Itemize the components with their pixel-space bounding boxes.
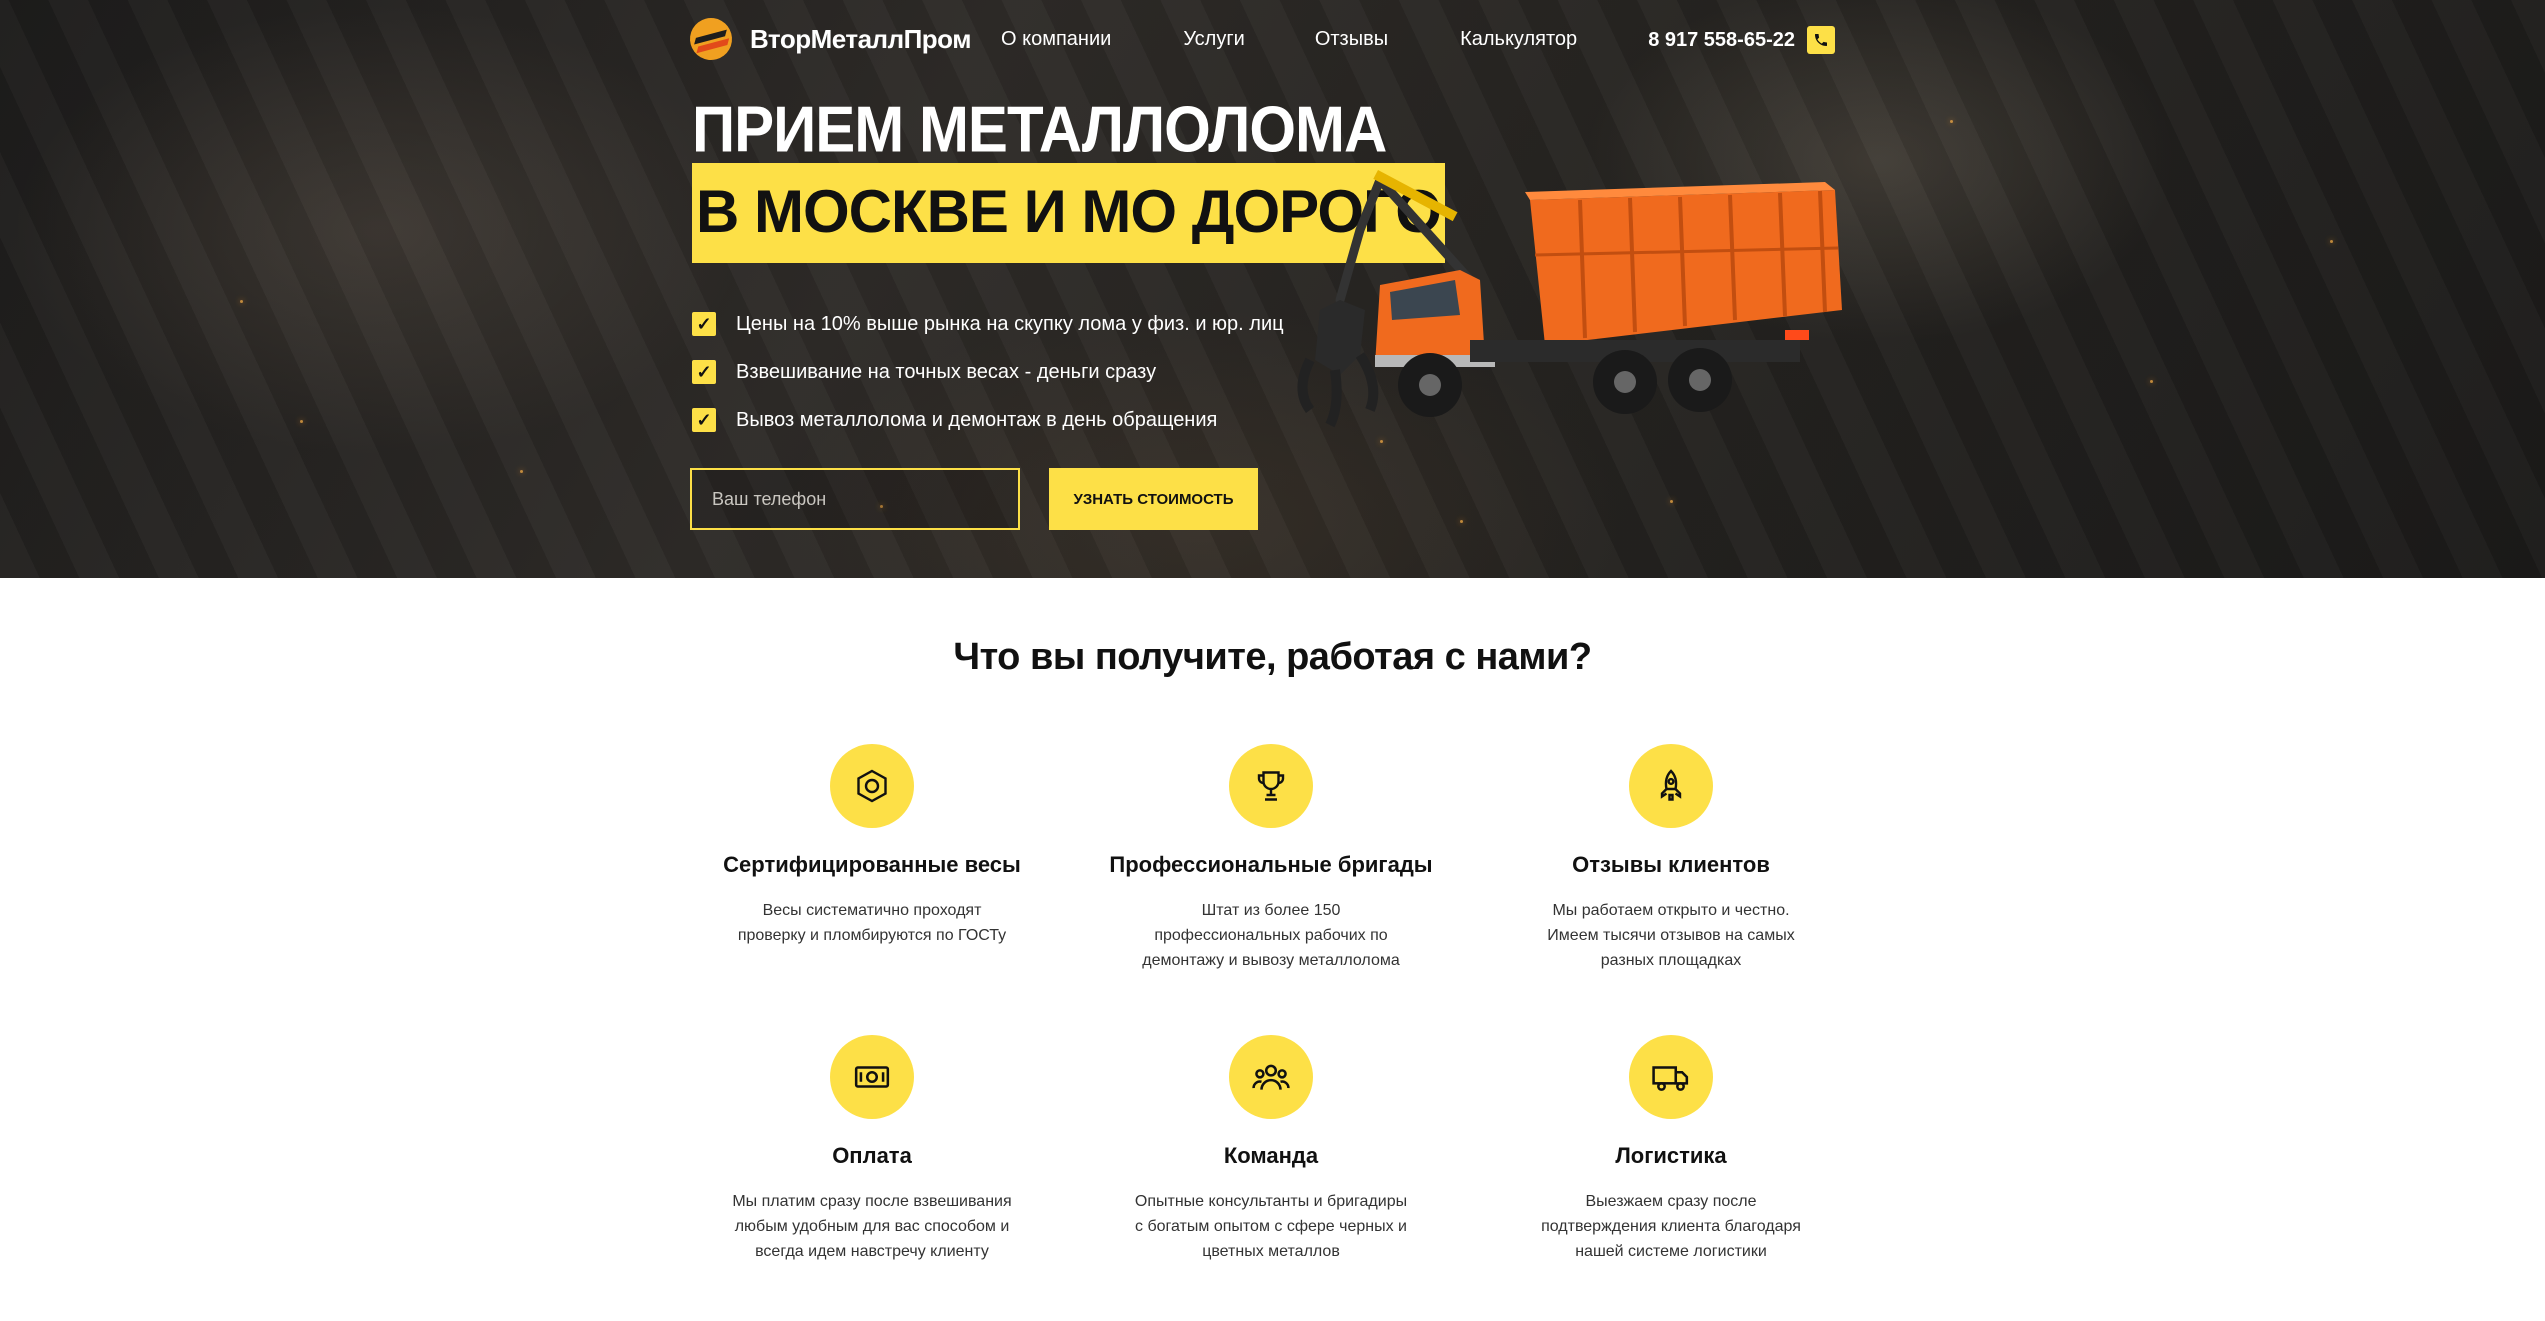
hero-background-texture	[0, 0, 2545, 578]
benefit-title: Оплата	[832, 1143, 912, 1168]
benefit-card: Сертифицированные весы Весы систематично…	[672, 744, 1072, 948]
benefit-card: Отзывы клиентов Мы работаем открыто и че…	[1471, 744, 1871, 973]
get-price-button[interactable]: УЗНАТЬ СТОИМОСТЬ	[1049, 468, 1258, 530]
team-icon	[1229, 1035, 1313, 1119]
spark-decoration	[1950, 120, 1953, 123]
benefit-description: Мы работаем открыто и честно. Имеем тыся…	[1547, 902, 1795, 969]
nav-link-about[interactable]: О компании	[1001, 28, 1111, 51]
phone-input[interactable]	[690, 468, 1020, 530]
spark-decoration	[1460, 520, 1463, 523]
nav-phone-number[interactable]: 8 917 558-65-22	[1648, 29, 1795, 52]
feature-item: ✓ Вывоз металлолома и демонтаж в день об…	[692, 396, 1284, 444]
trophy-icon	[1229, 744, 1313, 828]
logo[interactable]: ВторМеталлПром	[685, 13, 971, 65]
benefit-description: Весы систематично проходят проверку и пл…	[737, 902, 1007, 944]
spark-decoration	[520, 470, 523, 473]
benefit-card: Оплата Мы платим сразу после взвешивания…	[672, 1035, 1072, 1264]
truck-icon	[1629, 1035, 1713, 1119]
hero-title-line-1: ПРИЕМ МЕТАЛЛОЛОМА	[692, 93, 1387, 166]
feature-text: Взвешивание на точных весах - деньги сра…	[736, 360, 1157, 383]
certified-scales-icon	[830, 744, 914, 828]
benefit-card: Логистика Выезжаем сразу после подтвержд…	[1471, 1035, 1871, 1264]
spark-decoration	[1670, 500, 1673, 503]
benefit-title: Команда	[1223, 1143, 1319, 1168]
scrap-truck-image	[1297, 170, 1842, 428]
feature-item: ✓ Взвешивание на точных весах - деньги с…	[692, 348, 1284, 396]
checkmark-icon: ✓	[692, 360, 716, 384]
spark-decoration	[240, 300, 243, 303]
checkmark-icon: ✓	[692, 312, 716, 336]
rocket-icon	[1629, 744, 1713, 828]
spark-decoration	[2150, 380, 2153, 383]
benefit-title: Отзывы клиентов	[1572, 852, 1770, 877]
benefits-section-title: Что вы получите, работая с нами?	[953, 636, 1592, 678]
spark-decoration	[2330, 240, 2333, 243]
feature-text: Вывоз металлолома и демонтаж в день обра…	[736, 408, 1218, 431]
benefit-card: Профессиональные бригады Штат из более 1…	[1071, 744, 1471, 973]
benefit-description: Мы платим сразу после взвешивания любым …	[732, 1193, 1012, 1260]
spark-decoration	[300, 420, 303, 423]
benefit-title: Логистика	[1615, 1143, 1727, 1168]
nav-links: О компании Услуги Отзывы Калькулятор	[1001, 28, 1577, 51]
benefit-description: Выезжаем сразу после подтверждения клиен…	[1541, 1193, 1801, 1260]
logo-text: ВторМеталлПром	[750, 23, 971, 54]
hero-section: ВторМеталлПром О компании Услуги Отзывы …	[0, 0, 2545, 578]
benefit-title: Профессиональные бригады	[1109, 852, 1433, 877]
benefit-card: Команда Опытные консультанты и бригадиры…	[1071, 1035, 1471, 1264]
benefit-description: Опытные консультанты и бригадиры с богат…	[1134, 1193, 1408, 1260]
nav-link-calculator[interactable]: Калькулятор	[1460, 28, 1577, 51]
checkmark-icon: ✓	[692, 408, 716, 432]
logo-mark-icon	[685, 13, 737, 65]
nav-link-reviews[interactable]: Отзывы	[1315, 28, 1388, 51]
feature-item: ✓ Цены на 10% выше рынка на скупку лома …	[692, 300, 1284, 348]
phone-call-icon[interactable]	[1807, 26, 1835, 54]
hero-features-list: ✓ Цены на 10% выше рынка на скупку лома …	[692, 300, 1284, 444]
benefit-title: Сертифицированные весы	[723, 852, 1021, 877]
nav-link-services[interactable]: Услуги	[1183, 28, 1245, 51]
feature-text: Цены на 10% выше рынка на скупку лома у …	[736, 312, 1284, 335]
top-navigation: ВторМеталлПром О компании Услуги Отзывы …	[685, 13, 1835, 65]
benefit-description: Штат из более 150 профессиональных рабоч…	[1142, 902, 1400, 969]
money-icon	[830, 1035, 914, 1119]
